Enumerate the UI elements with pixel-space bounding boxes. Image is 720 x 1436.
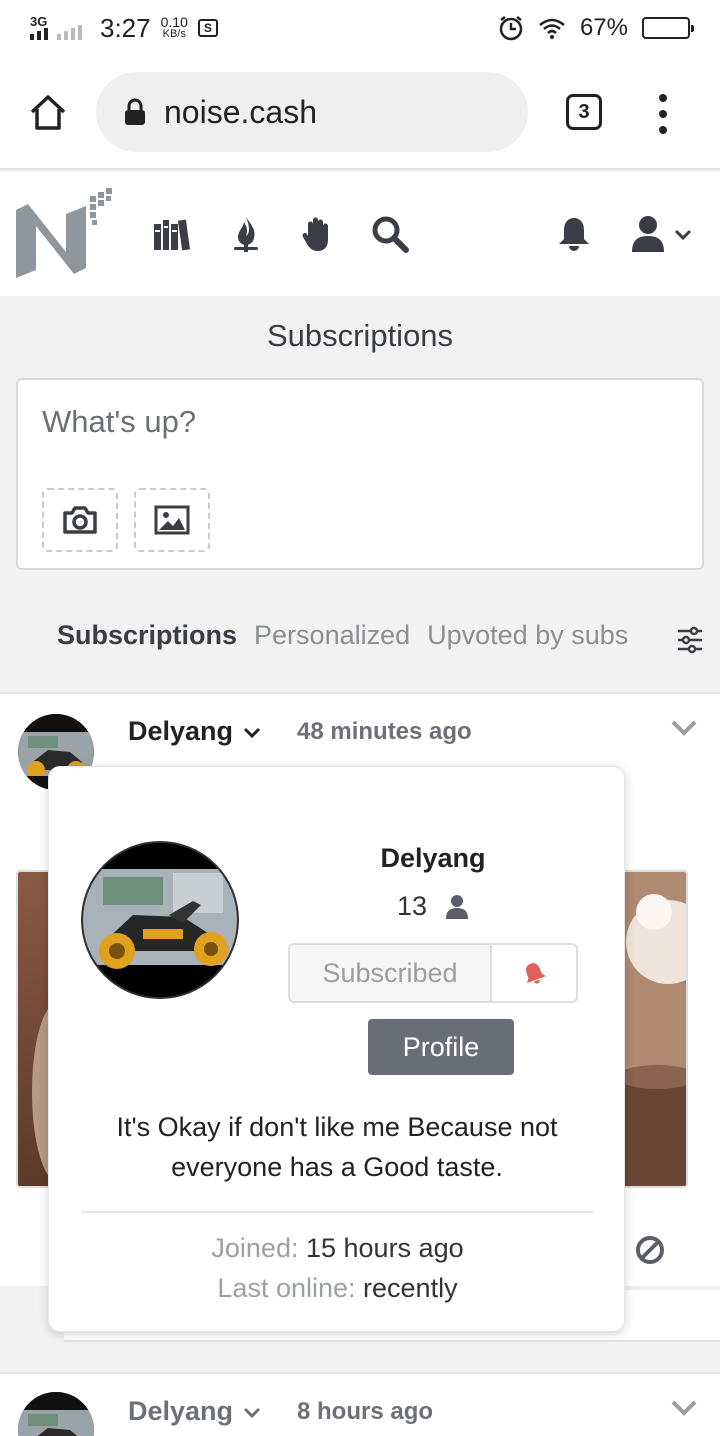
popover-name[interactable]: Delyang xyxy=(313,843,553,874)
post-author[interactable]: Delyang xyxy=(128,716,261,747)
wifi-icon xyxy=(539,18,565,39)
image-upload-button[interactable] xyxy=(134,488,210,552)
battery-percent: 67% xyxy=(579,14,628,41)
popover-avatar[interactable] xyxy=(81,841,239,999)
post-image[interactable] xyxy=(622,870,688,1188)
camera-icon xyxy=(63,506,97,534)
feed-tabs: Subscriptions Personalized Upvoted by su… xyxy=(57,620,628,651)
post-options-icon[interactable] xyxy=(670,1398,698,1418)
chevron-down-icon xyxy=(674,229,692,240)
profile-popover: Delyang 13 Subscribed Profile It's Okay … xyxy=(48,766,625,1332)
hand-icon[interactable] xyxy=(298,214,338,254)
browser-menu-icon[interactable] xyxy=(652,94,674,134)
noise-cash-logo[interactable] xyxy=(14,182,114,282)
divider xyxy=(81,1211,593,1213)
alarm-icon xyxy=(499,16,523,41)
image-icon xyxy=(154,505,190,535)
lock-icon xyxy=(125,98,145,125)
tab-switcher-button[interactable]: 3 xyxy=(566,94,602,130)
browser-toolbar: noise.cash 3 xyxy=(0,56,720,170)
screen-icon: S xyxy=(197,19,218,37)
subscriber-count: 13 xyxy=(313,891,553,922)
post-composer[interactable]: What's up? xyxy=(16,378,704,570)
fire-icon[interactable] xyxy=(226,214,266,254)
subscription-controls: Subscribed xyxy=(288,943,578,1003)
chevron-down-icon xyxy=(243,1407,261,1418)
status-bar: 3G 3:27 0.10 KB/s S 67% xyxy=(0,0,720,56)
bell-icon[interactable] xyxy=(554,214,594,254)
subscribed-button[interactable]: Subscribed xyxy=(290,945,492,1001)
post-card: Delyang 8 hours ago xyxy=(0,1372,720,1436)
avatar[interactable] xyxy=(18,1392,94,1436)
tab-personalized[interactable]: Personalized xyxy=(254,620,410,651)
tab-upvoted-by-subs[interactable]: Upvoted by subs xyxy=(427,620,628,651)
user-icon xyxy=(632,216,664,252)
post-time: 48 minutes ago xyxy=(297,718,472,745)
tab-subscriptions[interactable]: Subscriptions xyxy=(57,620,237,651)
url-text: noise.cash xyxy=(164,93,317,130)
chevron-down-icon xyxy=(243,727,261,738)
site-header xyxy=(0,172,720,296)
library-icon[interactable] xyxy=(152,214,192,254)
signal-icon: 3G xyxy=(30,14,90,42)
search-icon[interactable] xyxy=(370,214,410,254)
joined-info: Joined: 15 hours ago xyxy=(211,1233,464,1263)
user-icon xyxy=(446,894,469,919)
page-title: Subscriptions xyxy=(266,318,454,353)
home-icon[interactable] xyxy=(28,92,68,132)
address-bar[interactable]: noise.cash xyxy=(96,72,528,152)
post-options-icon[interactable] xyxy=(670,718,698,738)
post-author[interactable]: Delyang xyxy=(128,1396,261,1427)
camera-button[interactable] xyxy=(42,488,118,552)
status-time: 3:27 xyxy=(100,12,151,43)
popover-bio: It's Okay if don't like me Because not e… xyxy=(116,1112,558,1182)
block-icon[interactable] xyxy=(634,1234,666,1266)
composer-input[interactable]: What's up? xyxy=(42,404,196,440)
battery-icon xyxy=(642,17,694,39)
bell-icon xyxy=(526,963,546,984)
post-time: 8 hours ago xyxy=(297,1398,434,1425)
last-online-info: Last online: recently xyxy=(217,1273,458,1303)
filter-icon[interactable] xyxy=(677,626,703,654)
profile-button[interactable]: Profile xyxy=(368,1019,514,1075)
notification-toggle[interactable] xyxy=(492,945,576,1001)
user-menu[interactable] xyxy=(630,214,692,254)
network-speed: 0.10 KB/s xyxy=(160,14,188,40)
